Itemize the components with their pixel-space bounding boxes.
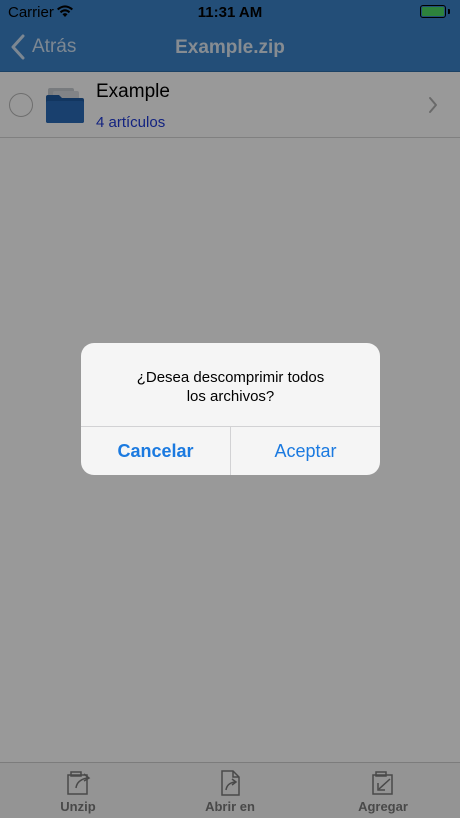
alert-message: ¿Desea descomprimir todos los archivos?	[97, 368, 364, 406]
unzip-confirm-dialog: ¿Desea descomprimir todos los archivos? …	[81, 343, 380, 475]
accept-button[interactable]: Aceptar	[231, 427, 380, 475]
alert-message-line1: ¿Desea descomprimir todos	[136, 369, 325, 386]
cancel-button[interactable]: Cancelar	[81, 427, 230, 475]
alert-message-line2: los archivos?	[186, 388, 275, 405]
